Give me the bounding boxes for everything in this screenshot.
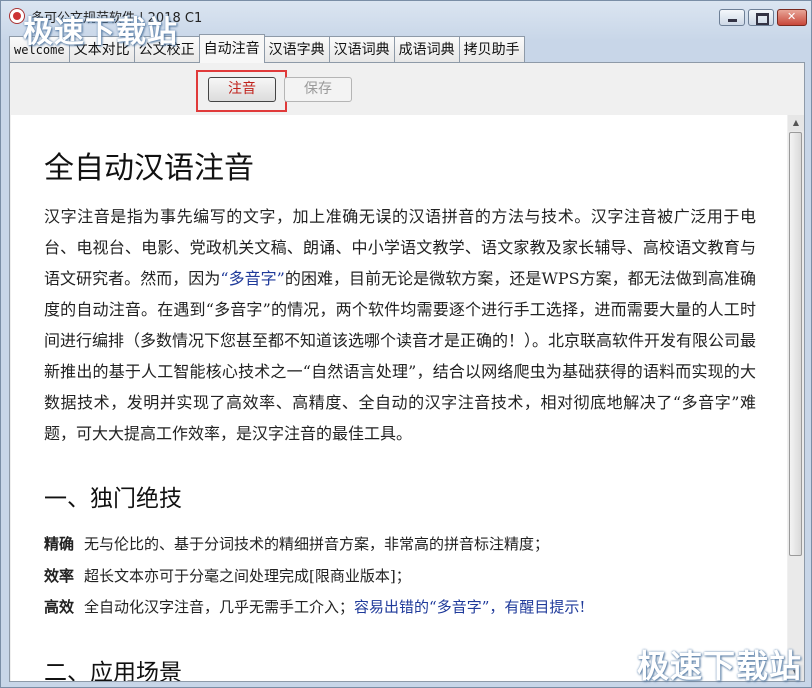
feature-desc: 无与伦比的、基于分词技术的精细拼音方案，非常高的拼音标注精度； — [84, 535, 550, 553]
feature-item: 效率 超长文本亦可于分毫之间处理完成[限商业版本]； — [44, 565, 411, 586]
feature-highlight: 容易出错的“多音字”，有醒目提示! — [354, 598, 586, 616]
scroll-down-icon[interactable]: ▼ — [788, 665, 804, 681]
title-bar[interactable]: 多可公文规范软件 | 2018 C1 — [1, 1, 811, 31]
tab-bar: welcome 文本对比 公文校正 自动注音 汉语字典 汉语词典 成语词典 拷贝… — [9, 34, 525, 63]
toolbar: 注音 保存 — [10, 63, 804, 113]
tab-welcome[interactable]: welcome — [9, 36, 70, 62]
vertical-scrollbar[interactable]: ▲ ▼ — [788, 115, 804, 681]
tab-char-dictionary[interactable]: 汉语字典 — [263, 36, 330, 62]
app-logo-icon[interactable] — [9, 8, 25, 24]
tab-auto-pinyin[interactable]: 自动注音 — [198, 34, 265, 63]
tab-panel: 注音 保存 全自动汉语注音 汉字注音是指为事先编写的文字，加上准确无误的汉语拼音… — [9, 62, 805, 682]
tab-idiom-dictionary[interactable]: 成语词典 — [393, 36, 460, 62]
page-title: 全自动汉语注音 — [44, 151, 254, 186]
tab-doc-correction[interactable]: 公文校正 — [133, 36, 200, 62]
tab-copy-helper[interactable]: 拷贝助手 — [458, 36, 525, 62]
window-title: 多可公文规范软件 | 2018 C1 — [31, 11, 203, 26]
app-window: 多可公文规范软件 | 2018 C1 welcome 文本对比 公文校正 自动注… — [0, 0, 812, 688]
scrollbar-thumb[interactable] — [789, 132, 802, 556]
save-button[interactable]: 保存 — [284, 77, 352, 102]
feature-term: 精确 — [44, 535, 75, 553]
feature-desc: 超长文本亦可于分毫之间处理完成[限商业版本]； — [84, 567, 411, 585]
annotate-button[interactable]: 注音 — [208, 77, 276, 102]
minimize-icon[interactable] — [719, 9, 745, 26]
feature-term: 效率 — [44, 567, 75, 585]
intro-quote: “多音字” — [220, 269, 285, 288]
close-icon[interactable] — [777, 9, 807, 26]
document-view[interactable]: 全自动汉语注音 汉字注音是指为事先编写的文字，加上准确无误的汉语拼音的方法与技术… — [11, 115, 787, 681]
intro-paragraph: 汉字注音是指为事先编写的文字，加上准确无误的汉语拼音的方法与技术。汉字注音被广泛… — [44, 201, 756, 449]
tab-text-compare[interactable]: 文本对比 — [68, 36, 135, 62]
section-heading-1: 一、独门绝技 — [44, 486, 182, 512]
section-heading-2: 二、应用场景 — [44, 660, 182, 681]
feature-desc: 全自动化汉字注音，几乎无需手工介入； — [84, 598, 355, 616]
feature-item: 高效 全自动化汉字注音，几乎无需手工介入；容易出错的“多音字”，有醒目提示! — [44, 596, 585, 617]
scroll-up-icon[interactable]: ▲ — [788, 115, 804, 131]
tab-word-dictionary[interactable]: 汉语词典 — [328, 36, 395, 62]
maximize-icon[interactable] — [748, 9, 774, 26]
intro-text-2: 的困难，目前无论是微软方案，还是WPS方案，都无法做到高准确度的自动注音。在遇到… — [44, 269, 757, 443]
feature-item: 精确 无与伦比的、基于分词技术的精细拼音方案，非常高的拼音标注精度； — [44, 533, 549, 554]
feature-term: 高效 — [44, 598, 75, 616]
